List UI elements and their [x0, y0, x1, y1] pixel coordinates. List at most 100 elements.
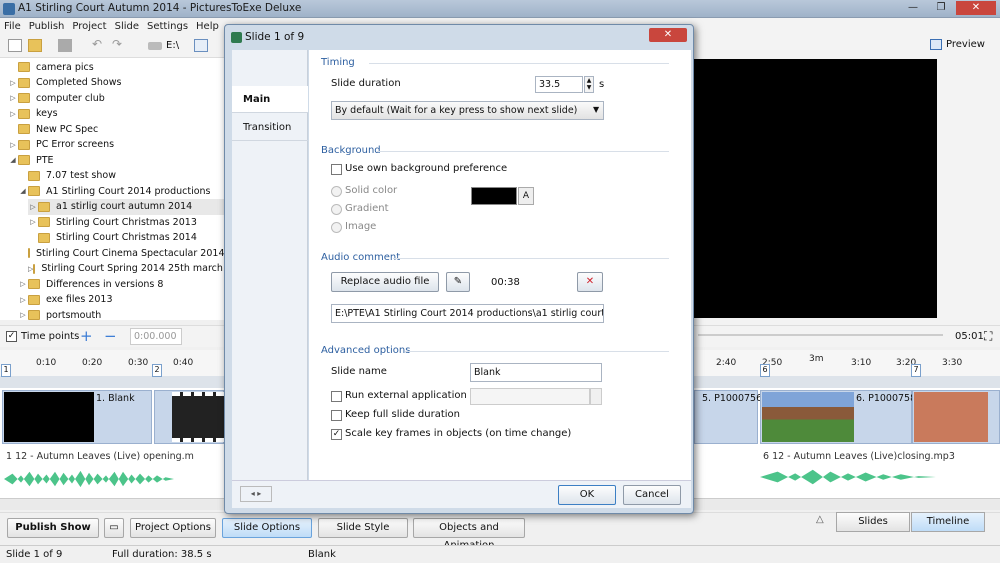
slide-label: 1. Blank	[96, 393, 135, 404]
new-icon[interactable]	[8, 39, 22, 52]
own-background-checkbox[interactable]	[331, 164, 342, 175]
save-icon[interactable]	[58, 39, 72, 52]
slide-duration-input[interactable]: 33.5	[535, 76, 583, 93]
slide-style-button[interactable]: Slide Style	[318, 518, 408, 538]
duration-spinner[interactable]: ▲ ▼	[584, 76, 594, 93]
menu-help[interactable]: Help	[196, 21, 219, 32]
slide-marker[interactable]: 6	[760, 364, 770, 377]
slides-tab[interactable]: Slides	[836, 512, 910, 532]
solid-color-radio[interactable]	[331, 186, 342, 197]
time-points-checkbox[interactable]: ✓	[6, 331, 17, 342]
drive-icon[interactable]	[148, 42, 162, 50]
undo-icon[interactable]: ↶	[92, 37, 106, 51]
fullscreen-icon[interactable]: ⛶	[984, 329, 992, 344]
menu-publish[interactable]: Publish	[29, 21, 65, 32]
replace-audio-button[interactable]: Replace audio file	[331, 272, 439, 292]
folder-icon	[18, 139, 30, 150]
expand-arrow-icon[interactable]: ▷	[28, 203, 38, 211]
tree-item[interactable]: ▷Stirling Court Spring 2014 25th march 2…	[28, 261, 224, 277]
tab-transition[interactable]: Transition	[232, 114, 308, 141]
expand-arrow-icon[interactable]: ◢	[8, 156, 18, 164]
tree-item[interactable]: ▷ exe files 2013	[18, 292, 224, 308]
tree-item[interactable]: ▷ keys	[8, 106, 224, 122]
run-external-checkbox[interactable]	[331, 391, 342, 402]
close-icon[interactable]: ✕	[956, 1, 996, 15]
project-options-button[interactable]: Project Options	[130, 518, 216, 538]
dialog-close-icon[interactable]: ✕	[649, 28, 687, 42]
tree-item[interactable]: ▷ a1 stirlig court autumn 2014	[28, 198, 224, 215]
ok-button[interactable]: OK	[558, 485, 616, 505]
expand-arrow-icon[interactable]: ▷	[18, 296, 28, 304]
external-app-input[interactable]	[470, 388, 590, 405]
slide-options-button[interactable]: Slide Options	[222, 518, 312, 538]
tree-item[interactable]: ▷ Completed Shows	[8, 75, 224, 91]
slide-marker[interactable]: 7	[911, 364, 921, 377]
keep-full-duration-checkbox[interactable]	[331, 410, 342, 421]
expand-arrow-icon[interactable]: ▷	[8, 79, 18, 87]
delete-audio-icon[interactable]: ✕	[577, 272, 603, 292]
menu-settings[interactable]: Settings	[147, 21, 188, 32]
tree-item[interactable]: 7.07 test show	[18, 168, 224, 184]
slide-marker[interactable]: 1	[1, 364, 11, 377]
tree-item[interactable]: New PC Spec	[8, 121, 224, 137]
slide-marker[interactable]: 2	[152, 364, 162, 377]
timing-mode-select[interactable]: By default (Wait for a key press to show…	[331, 101, 604, 120]
gradient-radio[interactable]	[331, 204, 342, 215]
minimize-icon[interactable]: —	[900, 1, 926, 15]
expand-arrow-icon[interactable]: ▷	[8, 141, 18, 149]
tree-item[interactable]: ▷ portsmouth	[18, 307, 224, 320]
remove-icon[interactable]: −	[104, 327, 117, 345]
folder-icon	[18, 124, 30, 134]
tree-item[interactable]: ▷ Stirling Court Christmas 2013	[28, 214, 224, 230]
expand-arrow-icon[interactable]: ◢	[18, 187, 28, 195]
background-color-swatch[interactable]	[471, 187, 517, 205]
objects-animation-button[interactable]: Objects and Animation	[413, 518, 525, 551]
tree-item[interactable]: ▷ PC Error screens	[8, 137, 224, 153]
folder-icon	[38, 232, 50, 243]
redo-icon[interactable]: ↷	[112, 37, 126, 51]
time-input[interactable]: 0:00.000	[130, 328, 182, 345]
publish-show-button[interactable]: Publish Show	[7, 518, 99, 538]
open-folder-icon[interactable]	[28, 39, 42, 52]
edit-audio-icon[interactable]: ✎	[446, 272, 470, 292]
expand-arrow-icon[interactable]: ▷	[8, 110, 18, 118]
tab-main[interactable]: Main	[232, 86, 308, 113]
cancel-button[interactable]: Cancel	[623, 485, 681, 505]
view-icon[interactable]	[194, 39, 208, 52]
slide-thumbnail	[762, 392, 854, 442]
nav-arrows-icon[interactable]: ◂ ▸	[240, 486, 272, 502]
maximize-icon[interactable]: ❐	[928, 1, 954, 15]
ruler-tick: 0:10	[36, 358, 57, 368]
tree-item[interactable]: ◢ PTE	[8, 152, 224, 168]
menu-slide[interactable]: Slide	[115, 21, 139, 32]
expand-arrow-icon[interactable]: ▷	[18, 280, 28, 288]
audio-path-field[interactable]: E:\PTE\A1 Stirling Court 2014 production…	[331, 304, 604, 323]
position-slider[interactable]	[698, 334, 943, 336]
tree-item[interactable]: Stirling Court Cinema Spectacular 2014	[28, 245, 224, 261]
export-icon[interactable]: ▭	[104, 518, 124, 538]
browse-icon[interactable]	[590, 388, 602, 405]
color-picker-icon[interactable]: A	[518, 187, 534, 205]
collapse-icon[interactable]: △	[816, 514, 824, 525]
tree-item[interactable]: Stirling Court Christmas 2014	[28, 230, 224, 246]
timeline-tab[interactable]: Timeline	[911, 512, 985, 532]
slide-thumbnail	[914, 392, 988, 442]
slide-name-input[interactable]: Blank	[470, 363, 602, 382]
tree-item[interactable]: camera pics	[8, 59, 224, 75]
preview-button[interactable]: Preview	[930, 39, 985, 50]
expand-arrow-icon[interactable]: ▷	[28, 218, 38, 226]
drive-label[interactable]: E:\	[166, 40, 179, 51]
add-icon[interactable]: +	[80, 327, 93, 345]
dialog-main-panel: Timing Slide duration 33.5 ▲ ▼ s By defau…	[309, 50, 691, 480]
tree-item[interactable]: ▷ computer club	[8, 90, 224, 106]
expand-arrow-icon[interactable]: ▷	[8, 94, 18, 102]
tree-item-label: Stirling Court Christmas 2014	[56, 232, 197, 243]
tree-item[interactable]: ◢ A1 Stirling Court 2014 productions	[18, 183, 224, 199]
expand-arrow-icon[interactable]: ▷	[18, 311, 28, 319]
scale-keyframes-checkbox[interactable]: ✓	[331, 429, 342, 440]
folder-icon	[18, 93, 30, 103]
image-radio[interactable]	[331, 222, 342, 233]
menu-project[interactable]: Project	[72, 21, 106, 32]
tree-item[interactable]: ▷ Differences in versions 8	[18, 276, 224, 292]
menu-file[interactable]: File	[4, 21, 21, 32]
